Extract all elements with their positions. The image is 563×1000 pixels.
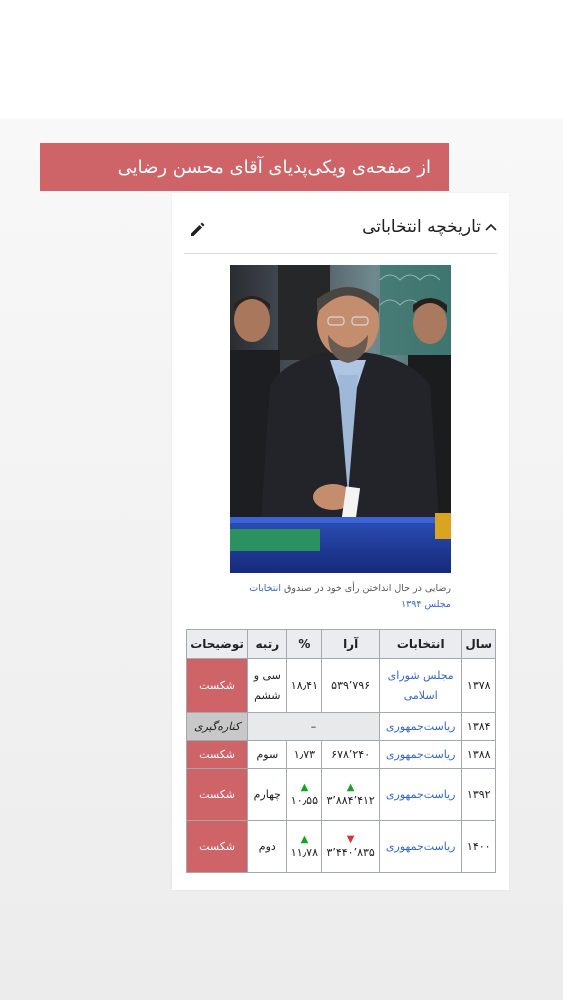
col-header-notes: توضیحات <box>185 629 249 659</box>
cell-election-link[interactable]: ریاست‌جمهوری <box>378 820 463 873</box>
increase-arrow-icon: ▲ <box>300 781 309 793</box>
cell-percent: ▲ ۱۱٫۷۸ <box>286 820 323 873</box>
election-table: سال انتخابات آرا % رتبه توضیحات ۱۳۷۸ مجل… <box>185 629 496 873</box>
table-row: ۱۳۹۲ ریاست‌جمهوری ▲ ۳٬۸۸۴٬۴۱۲ ▲ ۱۰٫۵۵ چه… <box>185 768 496 821</box>
cell-percent: ۱۸٫۴۱ <box>286 658 323 713</box>
cell-percent: ۱٫۷۳ <box>286 740 323 769</box>
cell-year: ۱۴۰۰ <box>461 820 496 873</box>
cell-year: ۱۳۸۴ <box>461 712 496 741</box>
pencil-icon[interactable] <box>188 219 208 239</box>
cell-election-link[interactable]: ریاست‌جمهوری <box>378 740 463 769</box>
votes-value: ۳٬۸۸۴٬۴۱۲ <box>326 793 375 807</box>
caption-text: رضایی در حال انداختن رأی خود در صندوق <box>284 583 451 594</box>
col-header-rank: رتبه <box>247 629 288 659</box>
cell-rank: سوم <box>247 740 288 769</box>
cell-result: شکست <box>185 740 249 769</box>
col-header-election: انتخابات <box>378 629 463 659</box>
votes-value: ۳٬۴۴۰٬۸۳۵ <box>326 845 375 859</box>
section-title-text: تاریخچه انتخاباتی <box>362 217 481 237</box>
cell-result: شکست <box>185 820 249 873</box>
cell-merged-dash: – <box>247 712 380 741</box>
cell-election-link[interactable]: مجلس شورای اسلامی <box>378 658 463 713</box>
decrease-arrow-icon: ▼ <box>346 833 355 845</box>
wiki-card: تاریخچه انتخاباتی رضایی در حال انداختن ر… <box>172 193 509 890</box>
cell-year: ۱۳۷۸ <box>461 658 496 713</box>
increase-arrow-icon: ▲ <box>346 781 355 793</box>
cell-election-link[interactable]: ریاست‌جمهوری <box>378 768 463 821</box>
cell-votes: ۵۳۹٬۷۹۶ <box>321 658 380 713</box>
increase-arrow-icon: ▲ <box>300 833 309 845</box>
percent-value: ۱۱٫۷۸ <box>290 845 319 859</box>
cell-rank: دوم <box>247 820 288 873</box>
col-header-votes: آرا <box>321 629 380 659</box>
photo[interactable] <box>230 265 451 573</box>
banner-text: از صفحه‌ی ویکی‌پدیای آقای محسن رضایی <box>117 156 431 178</box>
table-row: ۱۳۷۸ مجلس شورای اسلامی ۵۳۹٬۷۹۶ ۱۸٫۴۱ سی … <box>185 658 496 713</box>
banner: از صفحه‌ی ویکی‌پدیای آقای محسن رضایی <box>40 143 449 191</box>
cell-votes: ▲ ۳٬۸۸۴٬۴۱۲ <box>321 768 380 821</box>
col-header-percent: % <box>286 629 323 659</box>
cell-rank: چهارم <box>247 768 288 821</box>
table-row: ۱۴۰۰ ریاست‌جمهوری ▼ ۳٬۴۴۰٬۸۳۵ ▲ ۱۱٫۷۸ دو… <box>185 820 496 873</box>
photo-caption: رضایی در حال انداختن رأی خود در صندوق ان… <box>230 581 451 613</box>
cell-year: ۱۳۹۲ <box>461 768 496 821</box>
cell-election-link[interactable]: ریاست‌جمهوری <box>378 712 463 741</box>
cell-year: ۱۳۸۸ <box>461 740 496 769</box>
cell-percent: ▲ ۱۰٫۵۵ <box>286 768 323 821</box>
cell-votes: ▼ ۳٬۴۴۰٬۸۳۵ <box>321 820 380 873</box>
section-title[interactable]: تاریخچه انتخاباتی <box>362 217 497 237</box>
cell-result: کناره‌گیری <box>185 712 249 741</box>
cell-result: شکست <box>185 658 249 713</box>
cell-rank: سی و ششم <box>247 658 288 713</box>
table-header-row: سال انتخابات آرا % رتبه توضیحات <box>185 629 496 659</box>
table-row: ۱۳۸۸ ریاست‌جمهوری ۶۷۸٬۲۴۰ ۱٫۷۳ سوم شکست <box>185 740 496 769</box>
section-header[interactable]: تاریخچه انتخاباتی <box>184 211 497 254</box>
cell-result: شکست <box>185 768 249 821</box>
chevron-up-icon[interactable] <box>485 217 497 237</box>
col-header-year: سال <box>461 629 496 659</box>
table-row: ۱۳۸۴ ریاست‌جمهوری – کناره‌گیری <box>185 712 496 741</box>
cell-votes: ۶۷۸٬۲۴۰ <box>321 740 380 769</box>
percent-value: ۱۰٫۵۵ <box>290 793 319 807</box>
